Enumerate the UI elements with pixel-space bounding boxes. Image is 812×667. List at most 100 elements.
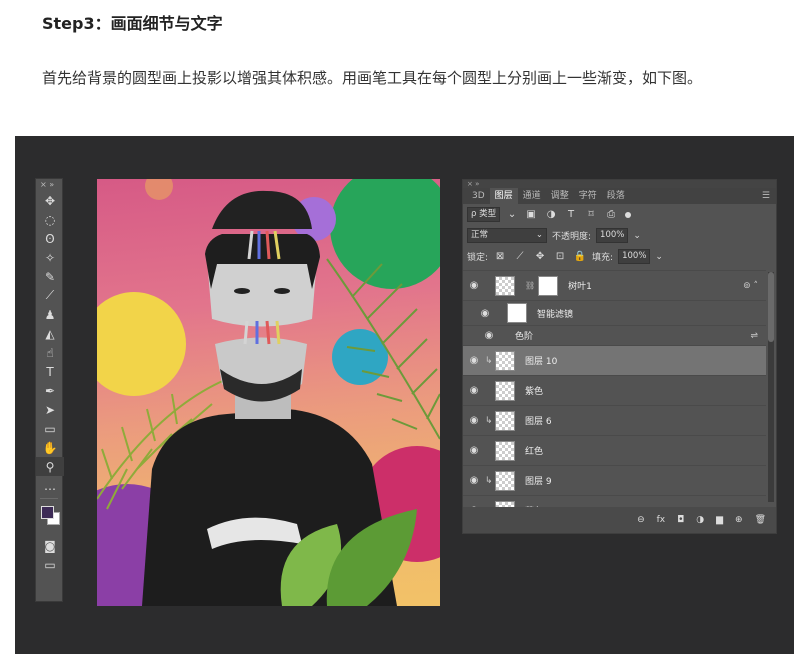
eye-icon[interactable]: ◉	[463, 445, 485, 456]
layer-row[interactable]: ◉ 色阶 ⇌	[463, 325, 766, 345]
tab-5[interactable]: 段落	[602, 188, 630, 204]
eyedropper-tool-icon[interactable]: ✎	[36, 267, 64, 286]
tab-2[interactable]: 通道	[518, 188, 546, 204]
opacity-input[interactable]: 100%	[596, 228, 629, 243]
layer-mask-thumbnail	[538, 275, 559, 296]
eye-icon[interactable]: ◉	[463, 385, 485, 396]
layer-name[interactable]: 智能滤镜	[537, 307, 573, 320]
layer-name[interactable]: 图层 6	[525, 414, 552, 427]
layer-name[interactable]: 色阶	[515, 329, 533, 342]
layer-style-icon[interactable]: fx	[657, 515, 666, 525]
article-paragraph: 首先给背景的圆型画上投影以增强其体积感。用画笔工具在每个圆型上分别画上一些渐变，…	[42, 69, 703, 87]
left-eye	[234, 288, 250, 294]
layer-name[interactable]: 图层 10	[525, 354, 557, 367]
small-orange-sphere	[145, 179, 173, 200]
blend-mode-value: 正常	[471, 230, 489, 240]
hand-tool-icon[interactable]: ✋	[36, 438, 64, 457]
quick-mask-tool-icon[interactable]: ◙	[36, 536, 64, 555]
eye-icon[interactable]: ◉	[463, 355, 485, 366]
lock-transparent-icon[interactable]: ⊠	[493, 251, 507, 262]
filter-kind-select[interactable]: ρ 类型	[467, 207, 501, 222]
layer-thumbnail	[495, 380, 515, 401]
blend-mode-select[interactable]: 正常 ⌄	[467, 228, 547, 243]
layer-name[interactable]: 图层 9	[525, 474, 552, 487]
layer-row[interactable]: ◉ ↳ 图层 10	[463, 345, 766, 375]
panel-top-strip[interactable]: × »	[463, 180, 776, 188]
fill-label: 填充:	[592, 253, 614, 263]
add-mask-icon[interactable]: ◘	[677, 515, 684, 525]
new-group-icon[interactable]: ▆	[716, 515, 723, 525]
link-icon[interactable]: ⛓	[525, 281, 535, 290]
type-filter-icon[interactable]: T	[564, 209, 578, 220]
lock-position-icon[interactable]: ✥	[533, 251, 547, 262]
new-layer-icon[interactable]: ⊕	[735, 515, 743, 525]
filter-options-icon[interactable]: ⇌	[750, 331, 758, 341]
layer-filter-row: ρ 类型 ⌄ ▣ ◑ T ⌑ ⎙	[463, 204, 776, 225]
eye-icon[interactable]: ◉	[463, 330, 515, 341]
toolbar-divider	[40, 498, 58, 499]
clipping-mask-icon: ↳	[485, 475, 493, 486]
path-select-tool-icon[interactable]: ➤	[36, 400, 64, 419]
layer-thumbnail	[495, 275, 515, 296]
layer-list: ◉ ⛓ 树叶1 ⊚ ˄ ◉ 智能滤镜 ◉ 色阶 ⇌ ◉ ↳ 图层 10 ◉ 紫色 ◉ ↳ 图层 6 ◉ 红色 ◉ ↳ 图层…	[463, 270, 766, 507]
eraser-tool-icon[interactable]: ◭	[36, 324, 64, 343]
tab-1[interactable]: 图层	[489, 188, 518, 204]
brush-tool-icon[interactable]: ⟋	[36, 286, 64, 305]
adjustment-filter-icon[interactable]: ◑	[544, 209, 558, 220]
chevron-down-icon[interactable]: ⌄	[655, 252, 663, 262]
stamp-tool-icon[interactable]: ♟	[36, 305, 64, 324]
lasso-tool-icon[interactable]: ʘ	[36, 229, 64, 248]
trash-icon[interactable]: 🗑	[755, 515, 766, 525]
panel-menu-icon[interactable]: ☰	[762, 191, 770, 201]
magic-wand-tool-icon[interactable]: ✧	[36, 248, 64, 267]
lock-artboard-icon[interactable]: ⊡	[553, 251, 567, 262]
tab-3[interactable]: 调整	[546, 188, 574, 204]
layer-row[interactable]: ◉ 紫色	[463, 375, 766, 405]
lock-all-icon[interactable]: 🔒	[573, 251, 587, 262]
tab-0[interactable]: 3D	[467, 188, 490, 204]
type-tool-icon[interactable]: T	[36, 362, 64, 381]
link-layers-icon[interactable]: ⊖	[637, 515, 645, 525]
layer-name[interactable]: 树叶1	[568, 279, 592, 292]
hair-top-slice	[212, 190, 312, 229]
rectangle-tool-icon[interactable]: ▭	[36, 419, 64, 438]
opacity-label: 不透明度:	[552, 232, 592, 242]
foreground-color-swatch[interactable]	[41, 506, 54, 519]
chevron-down-icon[interactable]: ⌄	[633, 231, 641, 241]
layer-row[interactable]: ◉蓝色	[463, 495, 766, 507]
more-tools-icon[interactable]: …	[36, 476, 64, 495]
adjustment-layer-icon[interactable]: ◑	[696, 515, 704, 525]
shape-filter-icon[interactable]: ⌑	[584, 209, 598, 220]
layer-row[interactable]: ◉ 智能滤镜	[463, 300, 766, 325]
toolbar-collapse-marks[interactable]: × »	[36, 179, 62, 191]
layers-scrollbar[interactable]	[768, 272, 774, 502]
marquee-tool-icon[interactable]: ◌	[36, 210, 64, 229]
color-swatches[interactable]	[36, 502, 62, 536]
smart-object-icon[interactable]: ⊚ ˄	[743, 281, 758, 291]
lock-paint-icon[interactable]: ⟋	[513, 251, 527, 262]
layer-row[interactable]: ◉ 红色	[463, 435, 766, 465]
smudge-tool-icon[interactable]: ☝	[36, 343, 64, 362]
fill-input[interactable]: 100%	[618, 249, 651, 264]
layer-row[interactable]: ◉ ⛓ 树叶1 ⊚ ˄	[463, 270, 766, 300]
move-tool-icon[interactable]: ✥	[36, 191, 64, 210]
layer-name[interactable]: 红色	[525, 444, 543, 457]
eye-icon[interactable]: ◉	[463, 280, 485, 291]
document-canvas[interactable]	[97, 179, 440, 606]
chevron-down-icon[interactable]: ⌄	[505, 209, 519, 220]
scrollbar-thumb[interactable]	[768, 272, 774, 342]
layer-row[interactable]: ◉ ↳ 图层 6	[463, 405, 766, 435]
eye-icon[interactable]: ◉	[463, 415, 485, 426]
layer-thumbnail	[495, 440, 515, 461]
zoom-tool-icon[interactable]: ⚲	[36, 457, 64, 476]
tab-4[interactable]: 字符	[574, 188, 602, 204]
filter-toggle-icon[interactable]	[625, 211, 632, 218]
pen-tool-icon[interactable]: ✒	[36, 381, 64, 400]
pixel-filter-icon[interactable]: ▣	[524, 209, 538, 220]
layer-row[interactable]: ◉ ↳ 图层 9	[463, 465, 766, 495]
eye-icon[interactable]: ◉	[463, 308, 507, 319]
layer-name[interactable]: 紫色	[525, 384, 543, 397]
eye-icon[interactable]: ◉	[463, 475, 485, 486]
smart-object-filter-icon[interactable]: ⎙	[604, 209, 618, 220]
screen-mode-tool-icon[interactable]: ▭	[36, 555, 64, 574]
